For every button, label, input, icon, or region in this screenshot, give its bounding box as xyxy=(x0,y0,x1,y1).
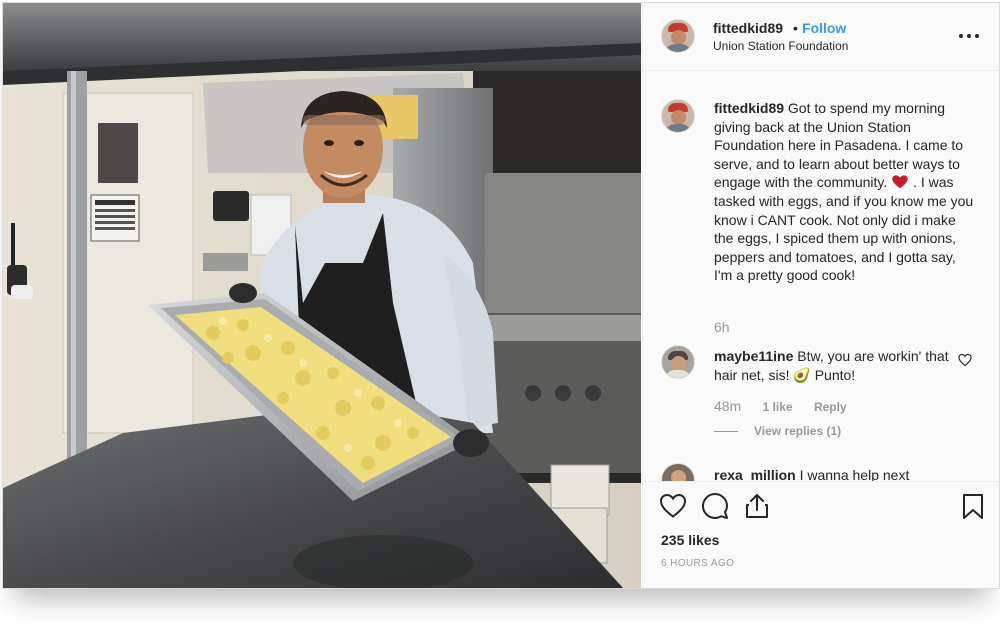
separator-dot: • xyxy=(793,20,798,36)
caption-time[interactable]: 6h xyxy=(714,319,730,335)
commenter-avatar[interactable] xyxy=(661,345,695,379)
follow-button[interactable]: Follow xyxy=(802,20,846,36)
likes-count[interactable]: 235 likes xyxy=(661,532,719,548)
heart-icon[interactable] xyxy=(659,492,687,520)
comment-2-text: I wanna help next xyxy=(799,467,910,481)
comment-2: rexa_million I wanna help next xyxy=(714,467,954,481)
commenter-avatar-2[interactable] xyxy=(661,463,695,481)
location-link[interactable]: Union Station Foundation xyxy=(713,39,848,53)
comment-likes-count[interactable]: 1 like xyxy=(763,400,793,414)
kitchen-scene-illustration xyxy=(3,3,641,588)
post-sidebar: fittedkid89 • Follow Union Station Found… xyxy=(642,3,999,588)
post-timestamp[interactable]: 6 HOURS AGO xyxy=(661,558,734,569)
share-icon[interactable] xyxy=(743,492,771,520)
view-replies-line xyxy=(714,431,738,433)
comment-icon[interactable] xyxy=(701,492,729,520)
caption-username[interactable]: fittedkid89 xyxy=(714,100,784,116)
comment-meta: 48m 1 like Reply xyxy=(714,398,847,414)
post-header: fittedkid89 • Follow Union Station Found… xyxy=(643,3,999,71)
author-username[interactable]: fittedkid89 xyxy=(713,20,783,36)
comment-username[interactable]: maybe11ine xyxy=(714,348,793,364)
comment-time[interactable]: 48m xyxy=(714,398,741,414)
post-photo[interactable] xyxy=(3,3,641,588)
caption-avatar[interactable] xyxy=(661,99,695,133)
caption-text-part2: . I was tasked with eggs, and if you kno… xyxy=(714,174,974,284)
post-card: fittedkid89 • Follow Union Station Found… xyxy=(2,2,1000,589)
comment: maybe11ine Btw, you are workin' that hai… xyxy=(714,347,954,384)
more-options-icon[interactable] xyxy=(959,25,983,45)
red-heart-emoji-icon xyxy=(892,175,908,189)
post-actions: 235 likes 6 HOURS AGO xyxy=(643,481,999,588)
comments-section[interactable]: fittedkid89 Got to spend my morning givi… xyxy=(643,71,999,481)
author-avatar[interactable] xyxy=(661,19,695,53)
comment-2-username[interactable]: rexa_million xyxy=(714,467,796,481)
view-replies-button[interactable]: View replies (1) xyxy=(714,424,841,438)
avocado-emoji-icon: 🥑 xyxy=(793,366,811,383)
caption: fittedkid89 Got to spend my morning givi… xyxy=(714,99,976,285)
bookmark-icon[interactable] xyxy=(959,492,987,520)
reply-button[interactable]: Reply xyxy=(814,400,847,414)
comment-text-end: Punto! xyxy=(814,366,856,383)
view-replies-label: View replies (1) xyxy=(754,424,842,438)
comment-like-heart-icon[interactable] xyxy=(958,353,972,367)
